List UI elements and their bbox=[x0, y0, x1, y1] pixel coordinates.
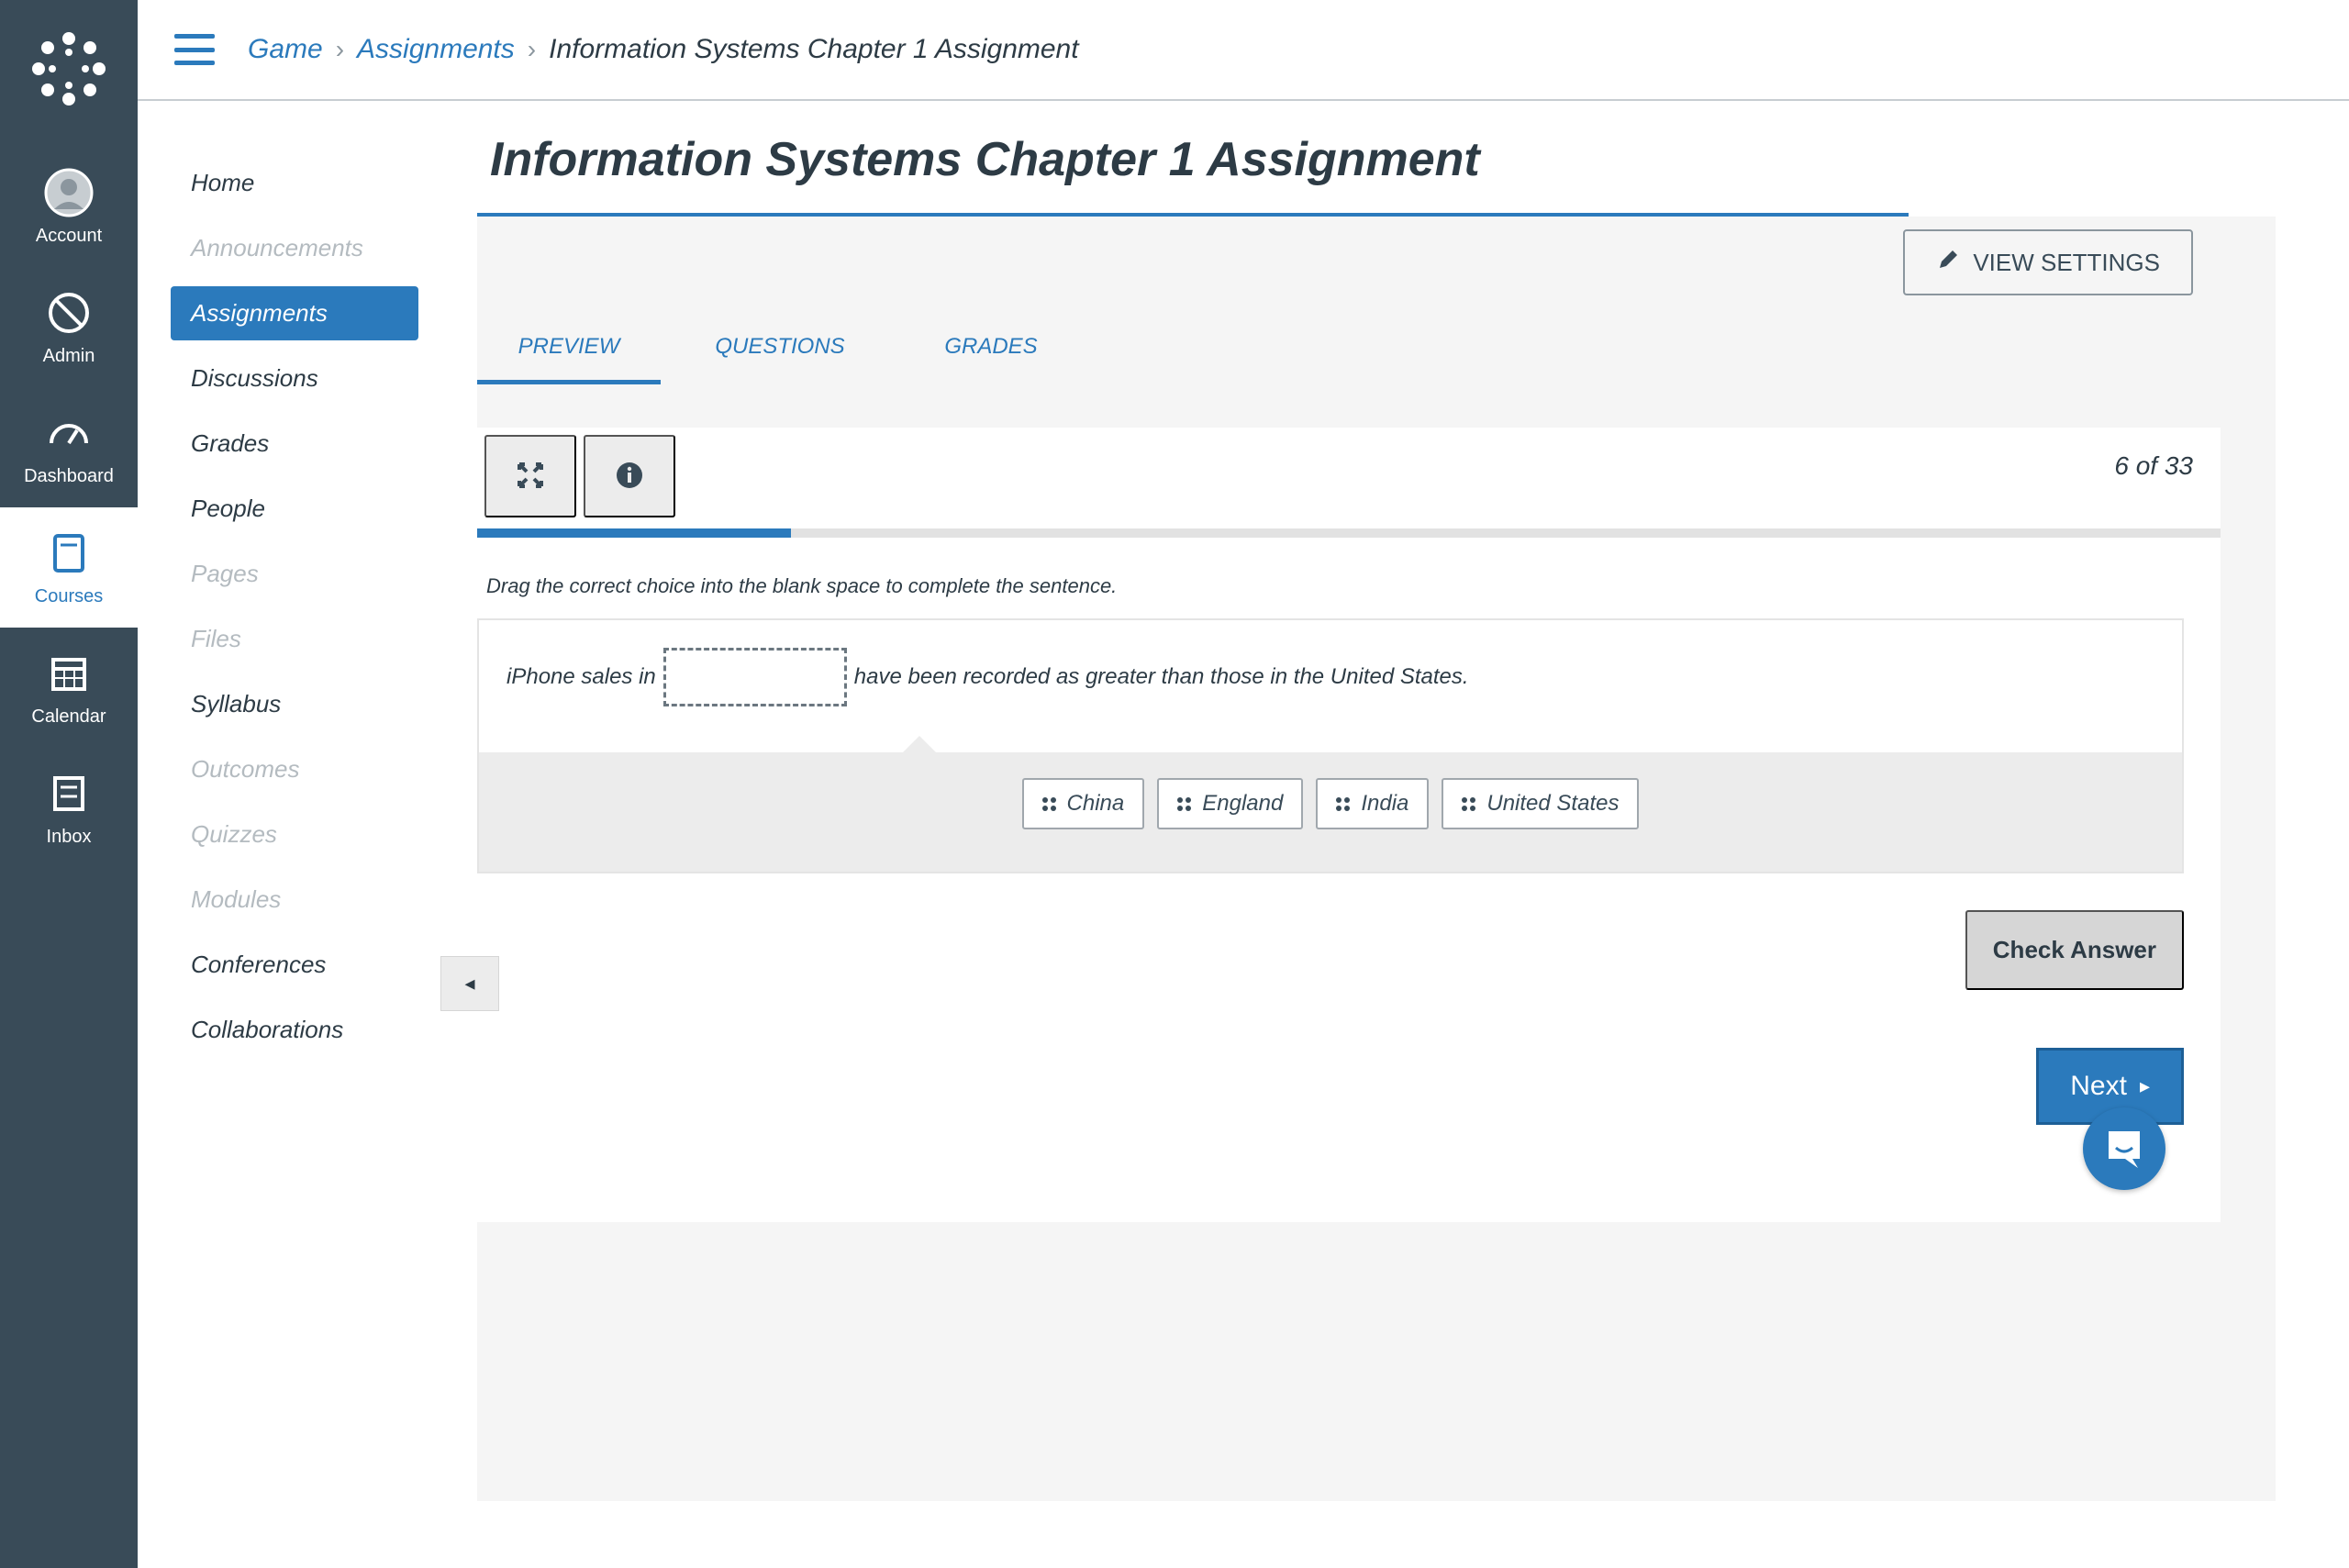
question-sentence: iPhone sales in have been recorded as gr… bbox=[479, 620, 2182, 754]
quiz-progress-bar bbox=[477, 528, 2221, 538]
inbox-icon bbox=[43, 768, 95, 819]
global-nav: Account Admin Dashboard Courses Calendar… bbox=[0, 0, 138, 1568]
course-nav: Home Announcements Assignments Discussio… bbox=[138, 101, 450, 1568]
course-nav-modules[interactable]: Modules bbox=[171, 873, 418, 927]
info-icon bbox=[615, 461, 644, 493]
canvas-logo-icon[interactable] bbox=[28, 28, 110, 110]
course-nav-quizzes[interactable]: Quizzes bbox=[171, 807, 418, 862]
choice-label: China bbox=[1066, 791, 1125, 816]
global-nav-label: Calendar bbox=[31, 706, 106, 727]
quiz-actions: Check Answer ◂ Next ▸ bbox=[440, 873, 2221, 1222]
course-nav-outcomes[interactable]: Outcomes bbox=[171, 742, 418, 796]
page-title: Information Systems Chapter 1 Assignment bbox=[477, 101, 1909, 217]
drag-handle-icon bbox=[1462, 796, 1476, 811]
drag-handle-icon bbox=[1177, 796, 1192, 811]
course-nav-home[interactable]: Home bbox=[171, 156, 418, 210]
course-nav-grades[interactable]: Grades bbox=[171, 417, 418, 471]
drag-handle-icon bbox=[1336, 796, 1351, 811]
hamburger-menu-icon[interactable] bbox=[174, 34, 215, 65]
question-box: iPhone sales in have been recorded as gr… bbox=[477, 618, 2184, 873]
choice-label: United States bbox=[1486, 791, 1620, 816]
chat-bubble-smile-icon[interactable] bbox=[2083, 1107, 2165, 1190]
global-nav-calendar[interactable]: Calendar bbox=[0, 628, 138, 748]
fullscreen-button[interactable] bbox=[484, 435, 576, 517]
quiz-progress-fill bbox=[477, 528, 791, 538]
global-nav-label: Inbox bbox=[46, 827, 92, 847]
caret-up-icon bbox=[901, 736, 938, 754]
global-nav-account[interactable]: Account bbox=[0, 147, 138, 267]
global-nav-label: Dashboard bbox=[24, 466, 114, 486]
course-nav-syllabus[interactable]: Syllabus bbox=[171, 677, 418, 731]
course-nav-assignments[interactable]: Assignments bbox=[171, 286, 418, 340]
pencil-icon bbox=[1936, 248, 1960, 278]
view-settings-label: VIEW SETTINGS bbox=[1973, 248, 2160, 276]
choice-label: England bbox=[1202, 791, 1284, 816]
breadcrumb: Game › Assignments › Information Systems… bbox=[248, 34, 1079, 65]
breadcrumb-game[interactable]: Game bbox=[248, 34, 323, 65]
check-answer-button[interactable]: Check Answer bbox=[1965, 910, 2184, 990]
course-nav-collaborations[interactable]: Collaborations bbox=[171, 1003, 418, 1057]
caret-left-icon: ◂ bbox=[464, 972, 475, 995]
sentence-before: iPhone sales in bbox=[507, 664, 656, 689]
dashboard-gauge-icon bbox=[43, 407, 95, 459]
breadcrumb-current: Information Systems Chapter 1 Assignment bbox=[549, 34, 1079, 64]
tab-questions[interactable]: QUESTIONS bbox=[688, 317, 872, 384]
course-nav-pages[interactable]: Pages bbox=[171, 547, 418, 601]
choice-label: India bbox=[1361, 791, 1409, 816]
course-nav-announcements[interactable]: Announcements bbox=[171, 221, 418, 275]
breadcrumb-separator: › bbox=[335, 35, 345, 63]
global-nav-admin[interactable]: Admin bbox=[0, 267, 138, 387]
global-nav-label: Admin bbox=[42, 346, 95, 366]
drop-zone-blank[interactable] bbox=[662, 648, 847, 706]
shield-icon bbox=[43, 287, 95, 339]
quiz-toolbar: 6 of 33 bbox=[477, 428, 2221, 528]
global-nav-label: Courses bbox=[34, 586, 104, 606]
course-nav-conferences[interactable]: Conferences bbox=[171, 938, 418, 992]
global-nav-label: Account bbox=[35, 226, 103, 246]
global-nav-dashboard[interactable]: Dashboard bbox=[0, 387, 138, 507]
info-button[interactable] bbox=[584, 435, 675, 517]
choice-england[interactable]: England bbox=[1157, 778, 1304, 829]
course-nav-files[interactable]: Files bbox=[171, 612, 418, 666]
view-settings-button[interactable]: VIEW SETTINGS bbox=[1903, 229, 2193, 295]
calendar-icon bbox=[43, 648, 95, 699]
book-icon bbox=[43, 528, 95, 579]
sentence-after: have been recorded as greater than those… bbox=[853, 664, 1469, 689]
assignment-tabs: PREVIEW QUESTIONS GRADES bbox=[477, 317, 1110, 384]
choice-china[interactable]: China bbox=[1021, 778, 1145, 829]
drag-handle-icon bbox=[1041, 796, 1056, 811]
course-nav-discussions[interactable]: Discussions bbox=[171, 351, 418, 406]
global-nav-courses[interactable]: Courses bbox=[0, 507, 138, 628]
next-label: Next bbox=[2070, 1071, 2127, 1101]
user-avatar-icon bbox=[43, 167, 95, 218]
tab-preview[interactable]: PREVIEW bbox=[477, 317, 661, 384]
quiz-player: 6 of 33 Drag the correct choice into the… bbox=[440, 428, 2221, 1222]
tab-grades[interactable]: GRADES bbox=[899, 317, 1083, 384]
top-header: Game › Assignments › Information Systems… bbox=[138, 0, 2349, 101]
question-counter: 6 of 33 bbox=[2114, 451, 2193, 480]
course-nav-people[interactable]: People bbox=[171, 482, 418, 536]
choice-bank: China England India United States bbox=[479, 752, 2182, 872]
main-content: Information Systems Chapter 1 Assignment… bbox=[440, 101, 2294, 1568]
global-nav-inbox[interactable]: Inbox bbox=[0, 748, 138, 868]
choice-india[interactable]: India bbox=[1316, 778, 1430, 829]
choice-united-states[interactable]: United States bbox=[1442, 778, 1640, 829]
previous-question-button[interactable]: ◂ bbox=[440, 956, 499, 1011]
breadcrumb-separator: › bbox=[527, 35, 537, 63]
question-instruction: Drag the correct choice into the blank s… bbox=[486, 574, 1118, 597]
assignment-panel: VIEW SETTINGS PREVIEW QUESTIONS GRADES 6… bbox=[440, 217, 2276, 1501]
expand-arrows-icon bbox=[514, 459, 547, 495]
breadcrumb-assignments[interactable]: Assignments bbox=[357, 34, 515, 65]
caret-right-icon: ▸ bbox=[2139, 1074, 2150, 1097]
